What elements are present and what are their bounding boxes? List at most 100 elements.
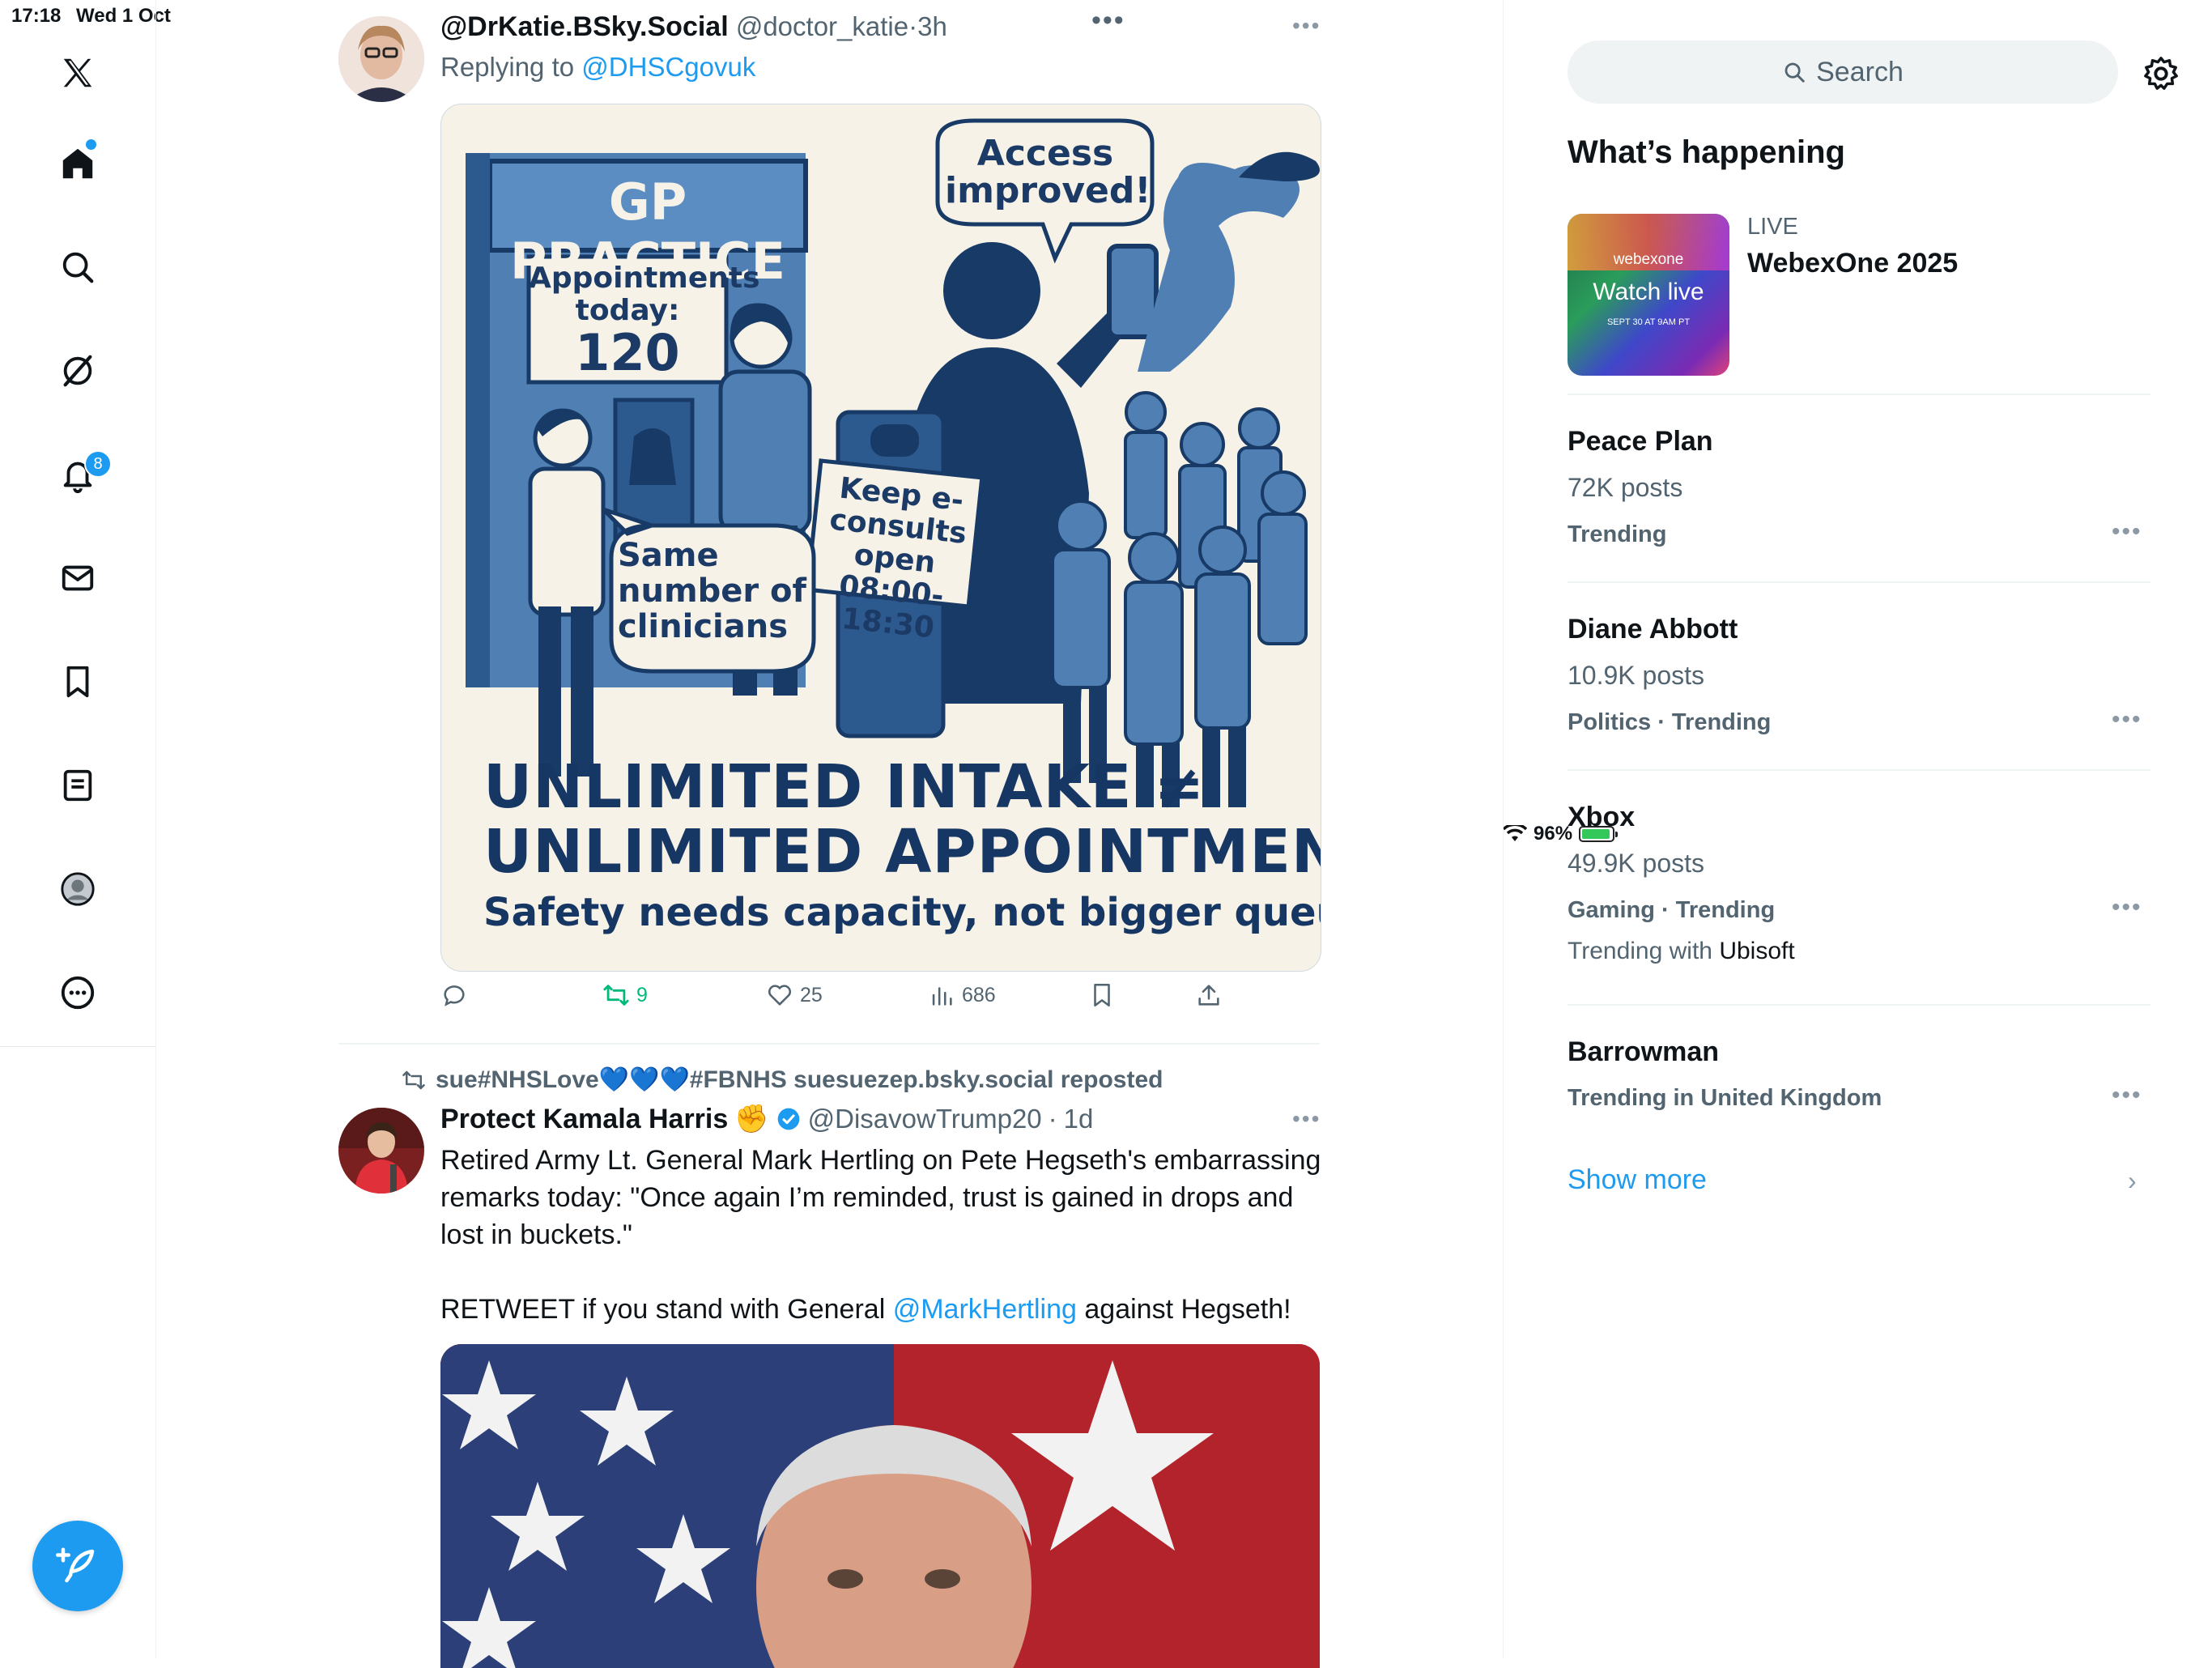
bookmark-icon[interactable] (53, 657, 102, 706)
search-placeholder: Search (1816, 56, 1904, 87)
trend-more-icon[interactable]: ••• (2112, 706, 2142, 734)
trend-count: 72K posts (1568, 473, 1683, 502)
tweet-text-end: against Hegseth! (1076, 1294, 1291, 1325)
tweet-header: @DrKatie.BSky.Social @doctor_katie·3h (440, 11, 947, 43)
trend-more-icon[interactable]: ••• (2112, 1082, 2142, 1109)
trend-name: Diane Abbott (1568, 614, 1738, 645)
thread-more-icon[interactable]: ••• (1091, 5, 1125, 36)
lists-icon[interactable] (53, 761, 102, 810)
search-icon (1784, 62, 1805, 83)
compose-post-button[interactable] (32, 1521, 123, 1611)
repost-text[interactable]: sue#NHSLove💙💙💙#FBNHS suesuezep.bsky.soci… (436, 1066, 1163, 1094)
trend-item[interactable]: Xbox 49.9K posts Gaming · Trending ••• T… (1568, 769, 2150, 1004)
reply-button[interactable] (440, 981, 468, 1009)
live-thumb-cta: Watch live (1593, 279, 1704, 305)
handle[interactable]: @DisavowTrump20 (808, 1104, 1042, 1134)
trend-divider (1568, 1004, 2150, 1006)
retweet-button[interactable]: 9 (602, 981, 648, 1009)
more-icon[interactable] (53, 968, 102, 1017)
live-thumb-date: SEPT 30 AT 9AM PT (1606, 317, 1691, 327)
trending-with-name[interactable]: Ubisoft (1719, 938, 1794, 964)
trend-name: Xbox (1568, 802, 1636, 832)
tweet-divider (338, 1043, 1320, 1045)
separator: · (1048, 1104, 1057, 1134)
tweet-actions: 9 25 686 (440, 981, 1323, 1022)
display-name[interactable]: @DrKatie.BSky.Social (440, 11, 729, 42)
tweet-body: Retired Army Lt. General Mark Hertling o… (440, 1142, 1331, 1328)
heart-icon (768, 985, 792, 1006)
chevron-right-icon: › (2128, 1166, 2137, 1195)
timestamp[interactable]: 3h (917, 11, 947, 41)
display-name[interactable]: Protect Kamala Harris (440, 1104, 728, 1135)
views-icon (932, 987, 952, 1006)
repost-label: sue#NHSLove💙💙💙#FBNHS suesuezep.bsky.soci… (402, 1066, 1163, 1094)
x-logo-icon[interactable] (53, 49, 102, 97)
separator: · (908, 11, 918, 41)
search-input[interactable]: Search (1568, 40, 2118, 104)
live-thumb-brand: webexone (1613, 251, 1684, 268)
tweet-image[interactable]: GP PRACTICE Appointments today: 120 Acce… (440, 104, 1321, 972)
poster-subline: Safety needs capacity, not bigger queues… (483, 890, 1321, 935)
trend-count: 10.9K posts (1568, 661, 1704, 690)
timestamp[interactable]: 1d (1064, 1104, 1094, 1134)
verified-badge-icon (777, 1108, 799, 1130)
retweet-icon (603, 985, 629, 1006)
trend-category: Politics · Trending (1568, 709, 1772, 735)
poster-bubble-access: Access improved! (945, 133, 1151, 211)
trend-name: Peace Plan (1568, 426, 1713, 457)
raised-fist-emoji: ✊ (734, 1104, 769, 1134)
views-button[interactable]: 686 (928, 981, 996, 1009)
profile-icon[interactable] (53, 865, 102, 913)
search-icon[interactable] (53, 243, 102, 291)
mention-link[interactable]: @MarkHertling (893, 1294, 1077, 1325)
trend-more-icon[interactable]: ••• (2112, 518, 2142, 546)
live-event-thumbnail[interactable]: webexone Watch live SEPT 30 AT 9AM PT (1568, 214, 1729, 376)
tweet-more-icon[interactable]: ••• (1292, 1106, 1321, 1132)
like-button[interactable]: 25 (766, 981, 823, 1009)
views-count: 686 (962, 983, 996, 1006)
handle[interactable]: @doctor_katie (736, 11, 908, 41)
bookmark-button[interactable] (1088, 981, 1116, 1009)
live-title[interactable]: WebexOne 2025 (1747, 248, 1958, 279)
reply-icon (444, 985, 465, 1006)
avatar[interactable] (338, 1108, 424, 1194)
poster-board-line2: today: (575, 294, 680, 327)
trend-item[interactable]: Barrowman Trending in United Kingdom ••• (1568, 1004, 2150, 1134)
right-sidebar: Search What’s happening webexone Watch l… (1503, 0, 2212, 1658)
like-count: 25 (800, 983, 823, 1006)
show-more-link[interactable]: Show more (1568, 1164, 1707, 1196)
grok-icon[interactable] (53, 347, 102, 395)
tweet-header: Protect Kamala Harris ✊ @DisavowTrump20 ·… (440, 1103, 1093, 1135)
trend-item[interactable]: Peace Plan 72K posts Trending ••• (1568, 394, 2150, 581)
retweet-count: 9 (636, 983, 648, 1006)
whats-happening-heading: What’s happening (1568, 134, 1845, 170)
poster-podium-text: Keep e-consults open 08:00-18:30 (827, 471, 968, 645)
replying-to-handle[interactable]: @DHSCgovuk (581, 52, 755, 82)
gear-icon[interactable] (2142, 55, 2180, 92)
left-navigation: 8 (0, 0, 156, 1658)
avatar[interactable] (338, 16, 424, 102)
trend-item[interactable]: Diane Abbott 10.9K posts Politics · Tren… (1568, 581, 2150, 769)
trending-with: Trending with Ubisoft (1568, 938, 1795, 965)
mail-icon[interactable] (53, 554, 102, 602)
bookmark-icon (1094, 983, 1110, 1007)
trend-more-icon[interactable]: ••• (2112, 894, 2142, 921)
trending-with-label: Trending with (1568, 938, 1712, 964)
notifications-badge: 8 (84, 450, 112, 478)
poster-bubble-same: Same number of clinicians (618, 537, 806, 645)
home-notification-dot (86, 139, 96, 150)
poster-board-value: 120 (575, 323, 680, 382)
tweet-more-icon[interactable]: ••• (1292, 13, 1321, 39)
poster-board-line1: Appointments (529, 262, 760, 295)
live-label: LIVE (1747, 214, 1798, 240)
replying-to-label: Replying to (440, 52, 575, 82)
trend-category: Trending in United Kingdom (1568, 1085, 1882, 1111)
trend-divider (1568, 769, 2150, 771)
feather-plus-icon (56, 1547, 95, 1583)
poster-headline-1: UNLIMITED INTAKE ≠ (483, 752, 1206, 822)
trend-category: Trending (1568, 521, 1667, 547)
share-button[interactable] (1195, 981, 1223, 1009)
tweet-photo[interactable] (440, 1344, 1320, 1668)
replying-to: Replying to @DHSCgovuk (440, 52, 755, 83)
poster-headline-2: UNLIMITED APPOINTMENTS (483, 817, 1321, 887)
